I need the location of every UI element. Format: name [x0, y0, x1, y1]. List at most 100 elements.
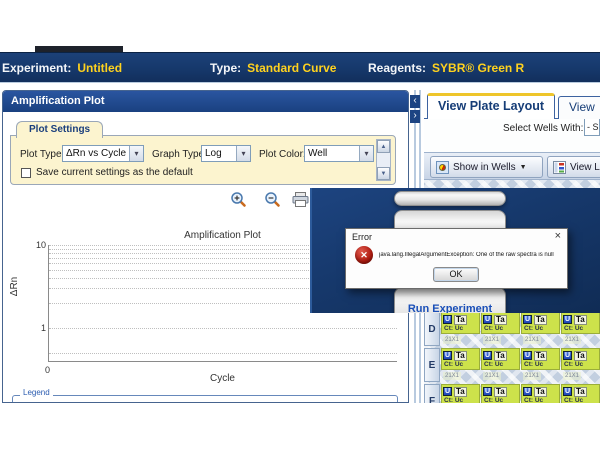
- unknown-task-icon: U: [443, 387, 452, 396]
- screen: Experiment: Untitled Type: Standard Curv…: [0, 0, 600, 450]
- well-content: UTaCt: Uc: [481, 348, 520, 370]
- row-header-f[interactable]: F: [424, 384, 440, 403]
- legend-table-icon: [553, 161, 566, 174]
- well-content: UTaCt: Uc: [561, 384, 600, 403]
- run-experiment-label: Run Experiment: [395, 303, 505, 313]
- legend-box: [12, 395, 398, 403]
- unknown-task-icon: U: [483, 315, 492, 324]
- well-content: UTaCt: Uc: [441, 312, 480, 334]
- tab-view-plate-layout[interactable]: View Plate Layout: [427, 93, 555, 119]
- well-target: Ta: [494, 315, 507, 325]
- plot-color-dropdown[interactable]: Well ▾: [304, 145, 374, 162]
- print-icon[interactable]: [292, 192, 309, 209]
- run-experiment-button[interactable]: Run Experiment: [394, 287, 506, 313]
- save-default-label: Save current settings as the default: [36, 167, 193, 178]
- y-tick: 1: [26, 323, 46, 333]
- plate-well[interactable]: UTaCt: Uc21X1: [481, 312, 520, 346]
- graph-type-label: Graph Type:: [152, 149, 207, 160]
- settings-scrollbar[interactable]: ▲ ▼: [376, 139, 391, 181]
- plate-well[interactable]: UTaCt: Uc21X1: [561, 348, 600, 382]
- close-icon[interactable]: ×: [555, 230, 561, 242]
- well-ct: Ct: Uc: [483, 361, 519, 369]
- well-ct: Ct: Uc: [523, 325, 559, 333]
- save-default-checkbox[interactable]: [21, 168, 31, 178]
- type-value: Standard Curve: [247, 61, 336, 75]
- select-wells-dropdown[interactable]: - S: [584, 118, 600, 136]
- select-wells-label: Select Wells With:: [503, 123, 583, 134]
- plot-type-dropdown[interactable]: ΔRn vs Cycle ▾: [62, 145, 144, 162]
- type-label: Type:: [210, 61, 241, 75]
- well-sample: 21X1: [523, 372, 541, 380]
- error-message: java.lang.IllegalArgumentException: One …: [379, 252, 567, 258]
- zoom-in-icon[interactable]: [230, 191, 247, 208]
- plate-well[interactable]: UTaCt: Uc21X1: [561, 312, 600, 346]
- collapse-left-icon[interactable]: ‹: [410, 95, 420, 108]
- show-in-wells-label: Show in Wells: [453, 162, 516, 173]
- ok-button[interactable]: OK: [433, 267, 479, 282]
- type-field: Type: Standard Curve: [210, 53, 336, 82]
- scroll-up-icon[interactable]: ▲: [377, 140, 390, 153]
- well-target: Ta: [534, 315, 547, 325]
- plate-well[interactable]: UTaCt: Uc 21X1: [521, 348, 560, 382]
- graph-type-dropdown[interactable]: Log ▾: [201, 145, 251, 162]
- plate-toolbar: Show in Wells ▼ View L: [424, 152, 600, 180]
- scroll-down-icon[interactable]: ▼: [377, 167, 390, 180]
- well-content: UTaCt: Uc: [441, 384, 480, 403]
- view-legend-button[interactable]: View L: [547, 156, 600, 178]
- well-target: Ta: [574, 351, 587, 361]
- plate-well[interactable]: UTaCt: Uc21X1: [521, 312, 560, 346]
- unknown-task-icon: U: [443, 351, 452, 360]
- well-ct: Ct: Uc: [563, 361, 599, 369]
- well-sample: 21X1: [483, 336, 501, 344]
- legend-label: Legend: [20, 388, 53, 397]
- unknown-task-icon: U: [563, 315, 572, 324]
- reagents-field: Reagents: SYBR® Green R: [368, 53, 524, 82]
- well-ct: Ct: Uc: [443, 397, 479, 403]
- plate-well[interactable]: UTaCt: Uc21X1: [441, 384, 480, 403]
- well-ct: Ct: Uc: [523, 397, 559, 403]
- well-target: Ta: [454, 315, 467, 325]
- well-content: UTaCt: Uc: [521, 312, 560, 334]
- well-sample: 21X1: [443, 372, 461, 380]
- well-target: Ta: [574, 315, 587, 325]
- plate-well[interactable]: UTaCt: Uc21X1: [561, 384, 600, 403]
- unknown-task-icon: U: [523, 351, 532, 360]
- well-target: Ta: [574, 387, 587, 397]
- experiment-header-bar: Experiment: Untitled Type: Standard Curv…: [0, 52, 600, 83]
- well-content: UTaCt: Uc: [521, 384, 560, 403]
- plot-type-value: ΔRn vs Cycle: [63, 148, 129, 159]
- well-ct: Ct: Uc: [563, 325, 599, 333]
- well-sample: 21X1: [563, 372, 581, 380]
- experiment-field: Experiment: Untitled: [2, 53, 122, 82]
- show-in-wells-button[interactable]: Show in Wells ▼: [430, 156, 543, 178]
- view-legend-label: View L: [570, 162, 600, 173]
- experiment-value: Untitled: [77, 61, 122, 75]
- run-window-button[interactable]: [394, 191, 506, 206]
- row-header-e[interactable]: E: [424, 348, 440, 382]
- x-axis-label: Cycle: [48, 373, 397, 384]
- unknown-task-icon: U: [483, 351, 492, 360]
- well-ct: Ct: Uc: [443, 325, 479, 333]
- plate-well[interactable]: UTaCt: Uc21X1: [481, 348, 520, 382]
- tab-plot-settings[interactable]: Plot Settings: [16, 121, 103, 138]
- chevron-down-icon: ▾: [236, 146, 250, 161]
- well-target: Ta: [454, 351, 467, 361]
- collapse-right-icon[interactable]: ›: [410, 110, 420, 123]
- y-axis-label: ΔRn: [9, 277, 20, 296]
- zoom-out-icon[interactable]: [264, 191, 281, 208]
- plate-well[interactable]: UTaCt: Uc21X1: [481, 384, 520, 403]
- plate-well[interactable]: UTaCt: Uc 21X1: [441, 348, 480, 382]
- plate-well[interactable]: UTaCt: Uc21X1: [521, 384, 560, 403]
- chevron-down-icon: ▾: [359, 146, 373, 161]
- graph-type-value: Log: [202, 148, 236, 159]
- gridline: [49, 353, 397, 354]
- tab-view-well-table[interactable]: View: [558, 96, 600, 119]
- well-content: UTaCt: Uc: [441, 348, 480, 370]
- plate-well[interactable]: UTaCt: Uc21X1: [441, 312, 480, 346]
- well-content: UTaCt: Uc: [481, 384, 520, 403]
- error-dialog: Error × ✕ java.lang.IllegalArgumentExcep…: [345, 228, 568, 289]
- unknown-task-icon: U: [523, 315, 532, 324]
- row-header-d[interactable]: D: [424, 312, 440, 346]
- well-target: Ta: [454, 387, 467, 397]
- well-content: UTaCt: Uc: [521, 348, 560, 370]
